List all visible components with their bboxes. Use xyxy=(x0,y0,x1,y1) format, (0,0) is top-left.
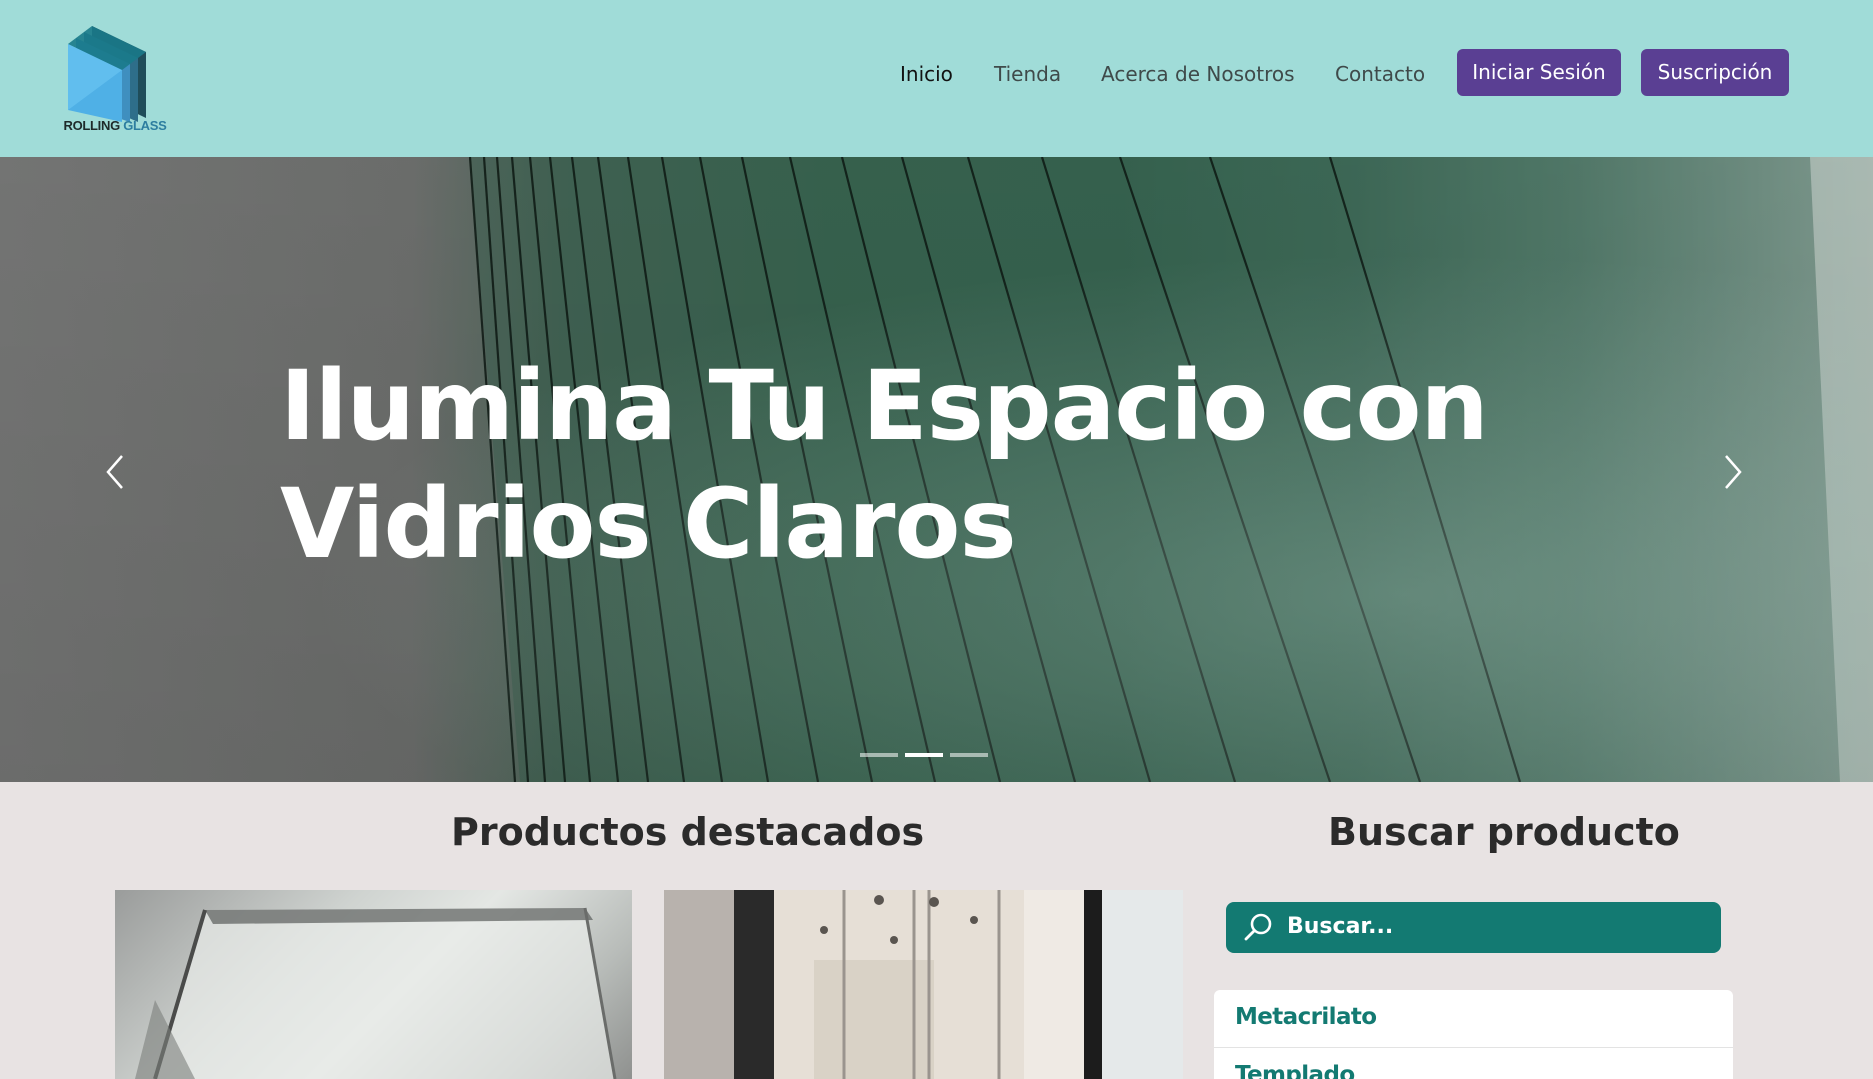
product-card-2[interactable] xyxy=(664,890,1183,1079)
search-placeholder: Buscar... xyxy=(1287,914,1394,939)
subscribe-button[interactable]: Suscripción xyxy=(1641,49,1789,96)
navbar: ROLLING GLASS Inicio Tienda Acerca de No… xyxy=(0,0,1873,157)
category-item-templado[interactable]: Templado xyxy=(1214,1048,1733,1079)
carousel-indicator-3[interactable] xyxy=(950,753,988,757)
hero-title-line-1: Ilumina Tu Espacio con xyxy=(280,350,1489,462)
nav-link-acerca-de-nosotros[interactable]: Acerca de Nosotros xyxy=(1101,58,1295,90)
chevron-right-icon xyxy=(1725,455,1742,489)
nav-link-contacto[interactable]: Contacto xyxy=(1335,58,1425,90)
search-product-title: Buscar producto xyxy=(1328,810,1680,854)
search-input[interactable]: Buscar... xyxy=(1226,902,1721,953)
category-label: Metacrilato xyxy=(1235,1004,1377,1030)
logo-word-rolling: ROLLING xyxy=(63,118,120,133)
search-icon xyxy=(1244,913,1272,941)
featured-products-title: Productos destacados xyxy=(451,810,925,854)
product-image-glass-sheet xyxy=(135,907,617,1079)
hero-carousel: Ilumina Tu Espacio con Vidrios Claros xyxy=(0,157,1873,782)
logo-wordmark: ROLLING GLASS xyxy=(62,118,168,133)
carousel-prev-button[interactable] xyxy=(96,442,136,502)
carousel-indicator-2[interactable] xyxy=(905,753,943,757)
category-list: Metacrilato Templado xyxy=(1214,990,1733,1079)
carousel-next-button[interactable] xyxy=(1712,442,1752,502)
carousel-indicator-1[interactable] xyxy=(860,753,898,757)
chevron-left-icon xyxy=(106,455,123,489)
logo-glass-panes-icon xyxy=(68,26,146,122)
product-image-glass-doors xyxy=(664,890,1183,1079)
login-button[interactable]: Iniciar Sesión xyxy=(1457,49,1621,96)
rolling-glass-logo[interactable]: ROLLING GLASS xyxy=(62,22,168,140)
logo-word-glass: GLASS xyxy=(123,118,167,133)
hero-title-line-2: Vidrios Claros xyxy=(280,468,1017,580)
nav-link-inicio[interactable]: Inicio xyxy=(900,58,953,90)
category-label: Templado xyxy=(1235,1062,1355,1079)
category-item-metacrilato[interactable]: Metacrilato xyxy=(1214,990,1733,1048)
product-card-1[interactable] xyxy=(115,890,632,1079)
hero-title: Ilumina Tu Espacio con Vidrios Claros xyxy=(280,347,1580,583)
nav-link-tienda[interactable]: Tienda xyxy=(994,58,1061,90)
